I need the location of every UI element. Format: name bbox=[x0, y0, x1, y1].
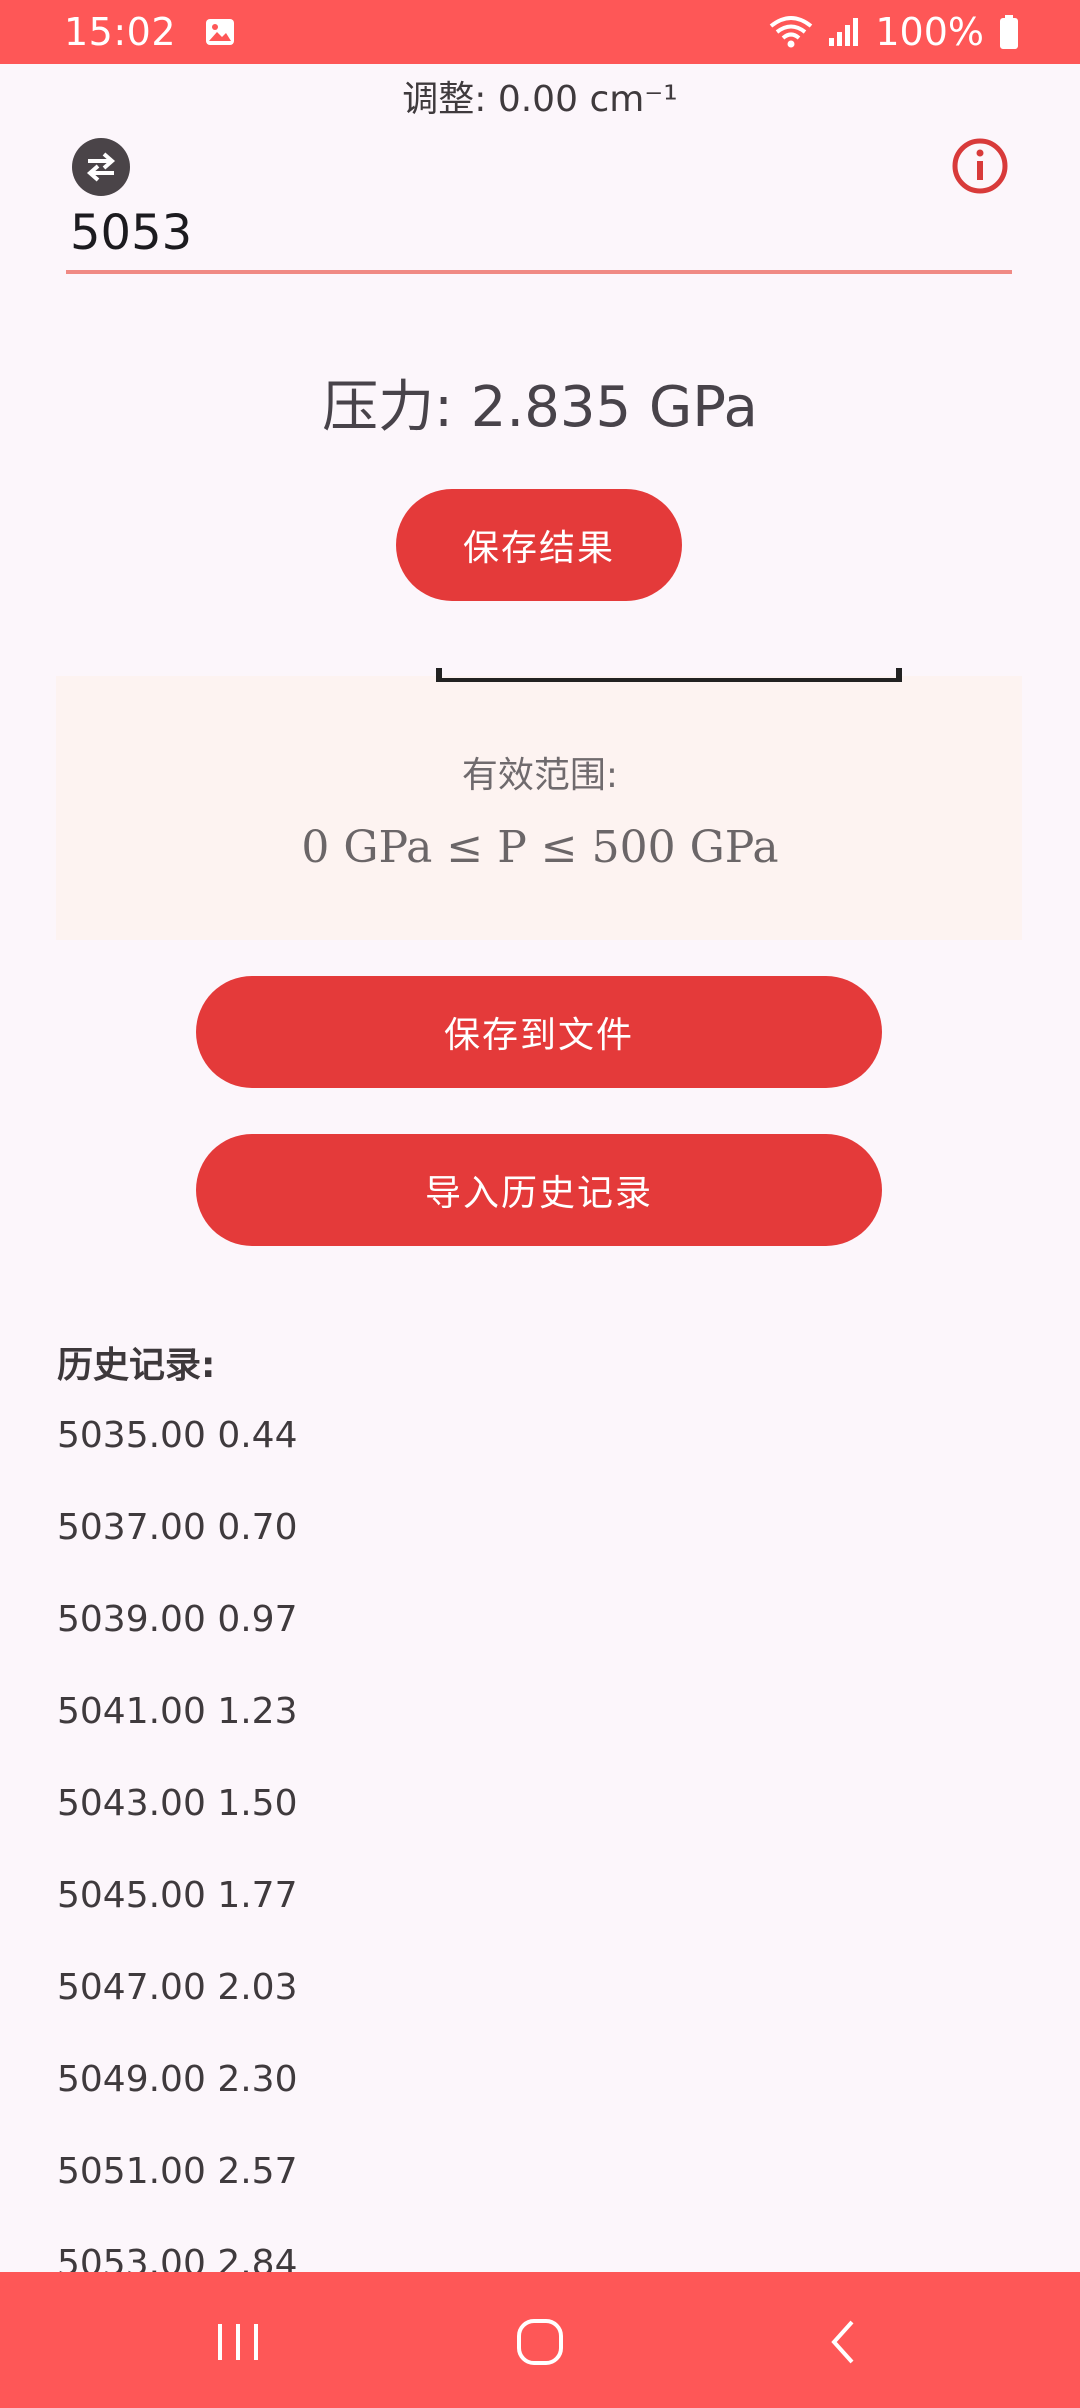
gallery-icon bbox=[204, 16, 236, 48]
status-left: 15:02 bbox=[64, 10, 236, 54]
wifi-icon bbox=[769, 15, 813, 49]
history-item: 5037.00 0.70 bbox=[57, 1507, 298, 1548]
import-history-button[interactable]: 导入历史记录 bbox=[196, 1134, 882, 1246]
valid-range-title: 有效范围: bbox=[461, 755, 619, 796]
navigation-bar bbox=[0, 2272, 1080, 2408]
status-time: 15:02 bbox=[64, 10, 177, 54]
adjust-label: 调整: 0.00 cm⁻¹ bbox=[402, 79, 678, 120]
history-title: 历史记录: bbox=[57, 1345, 216, 1386]
save-result-button[interactable]: 保存结果 bbox=[396, 489, 682, 601]
history-list: 5035.00 0.44 5037.00 0.70 5039.00 0.97 5… bbox=[57, 1410, 957, 2330]
status-bar: 15:02 100% bbox=[0, 0, 1080, 64]
history-item: 5039.00 0.97 bbox=[57, 1599, 298, 1640]
recents-icon bbox=[210, 2314, 266, 2370]
back-icon bbox=[816, 2314, 872, 2370]
pressure-result: 压力: 2.835 GPa bbox=[322, 375, 758, 440]
history-item: 5041.00 1.23 bbox=[57, 1691, 298, 1732]
history-item: 5047.00 2.03 bbox=[57, 1967, 298, 2008]
wavenumber-input[interactable] bbox=[66, 196, 1012, 274]
home-icon bbox=[512, 2314, 568, 2370]
recents-button[interactable] bbox=[210, 2314, 266, 2370]
info-icon bbox=[950, 136, 1010, 196]
home-button[interactable] bbox=[512, 2314, 568, 2370]
range-bracket-decoration bbox=[436, 668, 902, 682]
battery-percent: 100% bbox=[875, 10, 984, 54]
battery-icon bbox=[998, 14, 1020, 50]
history-item: 5049.00 2.30 bbox=[57, 2059, 298, 2100]
back-button[interactable] bbox=[816, 2314, 872, 2370]
swap-button[interactable] bbox=[72, 138, 130, 196]
info-button[interactable] bbox=[950, 136, 1010, 196]
history-item: 5035.00 0.44 bbox=[57, 1415, 298, 1456]
valid-range-formula: 0 GPa ≤ P ≤ 500 GPa bbox=[301, 822, 779, 873]
history-item: 5043.00 1.50 bbox=[57, 1783, 298, 1824]
history-item: 5051.00 2.57 bbox=[57, 2151, 298, 2192]
signal-icon bbox=[827, 16, 861, 48]
status-right: 100% bbox=[769, 10, 1020, 54]
swap-arrows-icon bbox=[82, 150, 120, 184]
history-item: 5045.00 1.77 bbox=[57, 1875, 298, 1916]
save-to-file-button[interactable]: 保存到文件 bbox=[196, 976, 882, 1088]
valid-range-card bbox=[56, 676, 1022, 940]
